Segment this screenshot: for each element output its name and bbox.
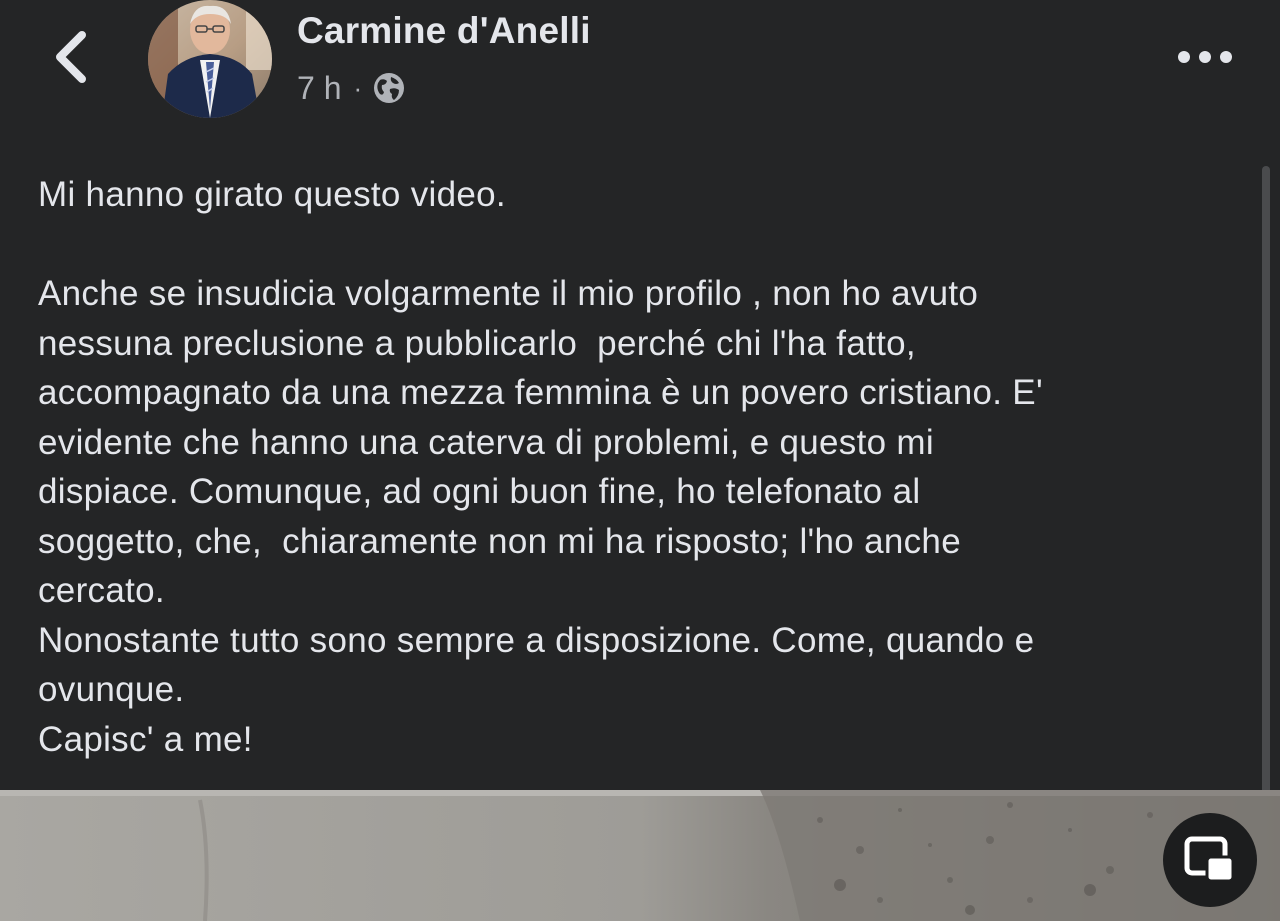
post-meta: 7 h · [297, 68, 406, 108]
more-horizontal-icon [1178, 51, 1232, 63]
video-frame [0, 790, 1280, 921]
back-button[interactable] [40, 22, 104, 92]
picture-in-picture-button[interactable] [1163, 813, 1257, 907]
more-options-button[interactable] [1168, 34, 1242, 80]
post-screen: Carmine d'Anelli 7 h · Mi hanno girato q… [0, 0, 1280, 921]
post-paragraph: Mi hanno girato questo video. [38, 175, 506, 214]
video-thumbnail[interactable] [0, 790, 1280, 921]
author-photo [148, 0, 272, 118]
meta-separator: · [353, 72, 363, 103]
post-timestamp[interactable]: 7 h [297, 70, 341, 107]
avatar[interactable] [148, 0, 272, 118]
author-name[interactable]: Carmine d'Anelli [297, 10, 591, 52]
post-message: Mi hanno girato questo video. Anche se i… [38, 170, 1238, 764]
globe-icon[interactable] [372, 71, 406, 105]
picture-in-picture-icon [1184, 836, 1235, 883]
post-paragraph: Anche se insudicia volgarmente il mio pr… [38, 274, 1043, 759]
chevron-left-icon [56, 31, 86, 83]
